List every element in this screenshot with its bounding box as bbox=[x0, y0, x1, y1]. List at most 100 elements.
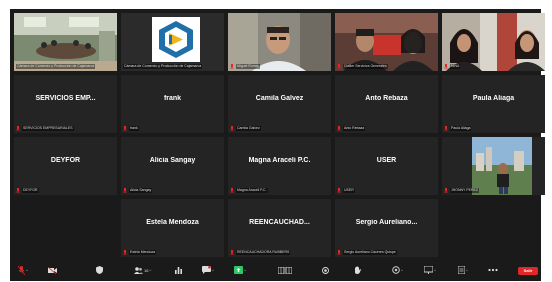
participant-tile[interactable]: SERVICIOS EMP... SERVICIOS EMPRESARIALES bbox=[14, 75, 117, 133]
muted-mic-icon bbox=[230, 249, 234, 254]
participant-tile[interactable]: frank frank bbox=[121, 75, 224, 133]
participant-name-label: JHONNY PEREZ bbox=[450, 187, 479, 193]
participant-name-label: Paula Aliaga bbox=[450, 125, 472, 131]
participant-tile[interactable]: Camila Galvez Camila Galvez bbox=[228, 75, 331, 133]
tile-footer: Camila Galvez bbox=[230, 125, 329, 131]
participant-name-label: Cámara de Comercio y Producción de Cajam… bbox=[123, 63, 203, 69]
participant-tile[interactable]: Sergio Aureliano... Sergio Aureliano Các… bbox=[335, 199, 438, 257]
shield-icon bbox=[96, 266, 103, 274]
participant-tile[interactable]: REENCAUCHAD... REENCAUCHADORA RUBBERS bbox=[228, 199, 331, 257]
share-screen-icon bbox=[234, 266, 243, 274]
tile-footer: frank bbox=[123, 125, 222, 131]
tile-footer: Anto Rebaza bbox=[337, 125, 436, 131]
record-button[interactable] bbox=[322, 265, 329, 275]
gallery-view-button[interactable] bbox=[278, 265, 292, 275]
participant-name-label: REENCAUCHADORA RUBBERS bbox=[236, 249, 291, 255]
chat-button[interactable]: ^ bbox=[202, 265, 214, 275]
video-tile[interactable]: Miguel Romar bbox=[228, 13, 331, 71]
muted-mic-icon bbox=[123, 125, 127, 130]
participant-name-label: Sergio Aureliano Cáceres Quispe bbox=[343, 249, 397, 255]
muted-mic-icon bbox=[337, 63, 341, 68]
participant-name-label: frank bbox=[129, 125, 139, 131]
participant-name-label: Camila Galvez bbox=[236, 125, 261, 131]
chevron-up-icon[interactable]: ^ bbox=[26, 268, 28, 273]
participant-name: Camila Galvez bbox=[255, 95, 304, 102]
apps-icon bbox=[392, 266, 400, 274]
participant-name-label: Magna Araceli P.C. bbox=[236, 187, 268, 193]
participant-name: Sergio Aureliano... bbox=[355, 219, 418, 226]
participant-name-label: SERVICIOS EMPRESARIALES bbox=[22, 125, 74, 131]
participants-button[interactable]: 16 ^ bbox=[134, 265, 151, 275]
chevron-up-icon[interactable]: ^ bbox=[244, 268, 246, 273]
polls-button[interactable] bbox=[175, 265, 182, 275]
mute-button[interactable]: ^ bbox=[18, 265, 28, 275]
participant-name-label: Alicia Sangay bbox=[129, 187, 153, 193]
chat-bubble-icon bbox=[202, 266, 211, 274]
tile-footer: Miguel Romar bbox=[230, 63, 329, 69]
muted-mic-icon bbox=[16, 125, 20, 130]
tile-footer: Outlier Servicios Generales bbox=[337, 63, 436, 69]
microphone-muted-icon bbox=[18, 265, 25, 275]
share-screen-button[interactable]: ^ bbox=[234, 265, 246, 275]
muted-mic-icon bbox=[230, 187, 234, 192]
participant-tile[interactable]: DEYFOR DEYFOR bbox=[14, 137, 117, 195]
participants-icon bbox=[134, 266, 143, 274]
video-tile[interactable]: Cámara de Comercio y Producción de Cajam… bbox=[121, 13, 224, 71]
muted-mic-icon bbox=[337, 187, 341, 192]
more-button[interactable] bbox=[488, 265, 498, 275]
participant-name-label: USER bbox=[343, 187, 355, 193]
participants-count: 16 bbox=[144, 267, 149, 273]
muted-mic-icon bbox=[444, 187, 448, 192]
tile-footer: Paula Aliaga bbox=[444, 125, 543, 131]
muted-mic-icon bbox=[123, 249, 127, 254]
participant-name: Alicia Sangay bbox=[149, 157, 196, 164]
video-off-icon bbox=[48, 266, 57, 274]
participant-name-label: Miguel Romar bbox=[236, 63, 260, 69]
hand-icon bbox=[355, 266, 361, 274]
tile-footer: NINA bbox=[444, 63, 543, 69]
participant-name-label: DEYFOR bbox=[22, 187, 39, 193]
muted-mic-icon bbox=[444, 63, 448, 68]
participant-tile[interactable]: Estela Mendoza Estela Mendoza bbox=[121, 199, 224, 257]
participant-tile[interactable]: Paula Aliaga Paula Aliaga bbox=[442, 75, 545, 133]
chevron-up-icon[interactable]: ^ bbox=[149, 268, 151, 273]
participant-name-label: NINA bbox=[450, 63, 461, 69]
record-icon bbox=[322, 266, 329, 274]
video-tile[interactable]: Cámara de Comercio y Producción de Cajam… bbox=[14, 13, 117, 71]
chevron-up-icon[interactable]: ^ bbox=[212, 268, 214, 273]
participant-name-label: Outlier Servicios Generales bbox=[343, 63, 388, 69]
tile-footer: Cámara de Comercio y Producción de Cajam… bbox=[16, 63, 115, 69]
leave-button[interactable]: Salir bbox=[518, 267, 538, 275]
video-tile[interactable]: Outlier Servicios Generales bbox=[335, 13, 438, 71]
tile-footer: Estela Mendoza bbox=[123, 249, 222, 255]
chevron-up-icon[interactable]: ^ bbox=[434, 268, 436, 273]
tile-footer: DEYFOR bbox=[16, 187, 115, 193]
video-tile[interactable]: NINA bbox=[442, 13, 545, 71]
more-icon bbox=[488, 268, 498, 272]
participant-tile[interactable]: Alicia Sangay Alicia Sangay bbox=[121, 137, 224, 195]
apps-button[interactable]: ^ bbox=[392, 265, 403, 275]
participant-tile[interactable]: USER USER bbox=[335, 137, 438, 195]
whiteboard-button[interactable]: ^ bbox=[424, 265, 436, 275]
meeting-window: Cámara de Comercio y Producción de Cajam… bbox=[10, 9, 545, 281]
muted-mic-icon bbox=[444, 125, 448, 130]
participant-name: USER bbox=[376, 157, 397, 164]
meeting-toolbar: ^ 16 ^ ^ ^ ^ ^ ^ Salir bbox=[10, 259, 541, 281]
notes-icon bbox=[458, 266, 465, 274]
participant-tile[interactable]: Anto Rebaza Anto Rebaza bbox=[335, 75, 438, 133]
participant-name: Anto Rebaza bbox=[365, 95, 408, 102]
video-tile[interactable]: JHONNY PEREZ bbox=[442, 137, 545, 195]
video-button[interactable] bbox=[48, 265, 57, 275]
reactions-button[interactable] bbox=[354, 265, 361, 275]
chevron-up-icon[interactable]: ^ bbox=[401, 268, 403, 273]
chevron-up-icon[interactable]: ^ bbox=[466, 268, 468, 273]
participant-tile[interactable]: Magna Araceli P.C. Magna Araceli P.C. bbox=[228, 137, 331, 195]
muted-mic-icon bbox=[230, 125, 234, 130]
tile-footer: Alicia Sangay bbox=[123, 187, 222, 193]
participant-name-label: Cámara de Comercio y Producción de Cajam… bbox=[16, 63, 96, 69]
muted-mic-icon bbox=[337, 125, 341, 130]
notes-button[interactable]: ^ bbox=[458, 265, 468, 275]
muted-mic-icon bbox=[16, 187, 20, 192]
security-button[interactable] bbox=[96, 265, 103, 275]
tile-footer: REENCAUCHADORA RUBBERS bbox=[230, 249, 329, 255]
